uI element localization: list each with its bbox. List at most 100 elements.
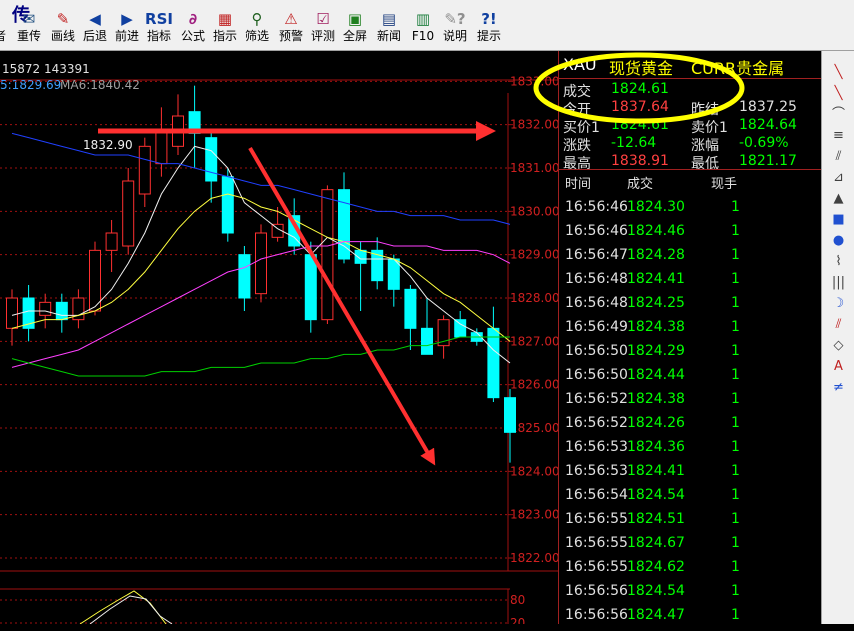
candle-body[interactable] (55, 301, 68, 321)
tick-row[interactable]: 16:56:52 1824.26 1 (559, 415, 822, 439)
news-button[interactable]: ▤ 新闻 (372, 9, 406, 49)
alert-button[interactable]: ⚠ 预警 (274, 9, 308, 49)
col-header-time: 时间 (565, 177, 592, 192)
chart-panel[interactable]: 15872 143391 5:1829.69 MA6:1840.42 1833.00 1… (0, 51, 558, 624)
tick-row[interactable]: 16:56:53 1824.41 1 (559, 463, 822, 487)
ma-line (11, 336, 510, 377)
candle-body[interactable] (487, 327, 500, 399)
candle-body[interactable] (39, 301, 52, 316)
tick-volume: 1 (731, 607, 740, 623)
rect-tool-icon[interactable]: ■ (822, 210, 854, 230)
candle-body[interactable] (304, 254, 317, 321)
tick-row[interactable]: 16:56:55 1824.51 1 (559, 511, 822, 535)
tick-row[interactable]: 16:56:49 1824.38 1 (559, 319, 822, 343)
tick-row[interactable]: 16:56:53 1824.36 1 (559, 439, 822, 463)
tick-row[interactable]: 16:56:46 1824.46 1 (559, 223, 822, 247)
tick-price: 1824.38 (627, 391, 685, 407)
tick-volume: 1 (731, 343, 740, 359)
evaluate-button[interactable]: ☑ 评测 (306, 9, 340, 49)
formula-button[interactable]: ∂ 公式 (176, 9, 210, 49)
tick-row[interactable]: 16:56:50 1824.29 1 (559, 343, 822, 367)
candle-body[interactable] (138, 145, 151, 195)
quote-value: 1837.64 (611, 99, 669, 115)
hint-button[interactable]: ?! 提示 (472, 9, 506, 49)
fib-tool-icon[interactable]: ≠ (822, 378, 854, 398)
quote-label: 涨跌 (563, 138, 591, 154)
tick-time: 16:56:52 (565, 391, 628, 407)
fan-tool-icon[interactable]: ⊿ (822, 168, 854, 188)
period-tool-icon[interactable]: ||| (822, 273, 854, 293)
draw-line-icon: ✎ (56, 10, 70, 28)
toolbar-label: 评测 (310, 29, 335, 43)
candle-body[interactable] (89, 249, 101, 312)
resend-button[interactable]: ✉ 重传 (12, 9, 46, 49)
tick-row[interactable]: 16:56:55 1824.67 1 (559, 535, 822, 559)
indicate-button[interactable]: ▦ 指示 (208, 9, 242, 49)
tick-volume: 1 (731, 367, 740, 383)
y-tick-label: 1828.00 (510, 291, 558, 305)
tick-volume: 1 (731, 415, 740, 431)
indicator-button[interactable]: RSI 指标 (142, 9, 176, 49)
tick-row[interactable]: 16:56:46 1824.30 1 (559, 199, 822, 223)
arc2-tool-icon[interactable]: ☽ (822, 294, 854, 314)
toolbar: 传 ✉ 重传 ✎ 画线 ◀ 后退 ▶ 前进 RSI 指标 ∂ 公式 ▦ 指示 ⚲ 筛选 ⚠ 预警 ☑ 评测 ▣ 全屏 ▤ 新闻 ▥… (0, 0, 854, 51)
candle-body[interactable] (354, 249, 367, 264)
candle-body[interactable] (188, 111, 201, 134)
tick-time: 16:56:52 (565, 415, 628, 431)
tick-volume: 1 (731, 559, 740, 575)
tick-row[interactable]: 16:56:48 1824.41 1 (559, 271, 822, 295)
candle-body[interactable] (255, 232, 267, 295)
fullscreen-button[interactable]: ▣ 全屏 (338, 9, 372, 49)
filter-button[interactable]: ⚲ 筛选 (240, 9, 274, 49)
triangle-tool-icon[interactable]: ▲ (822, 189, 854, 209)
arc-tool-icon[interactable]: ⌒ (822, 105, 854, 125)
tick-row[interactable]: 16:56:56 1824.54 1 (559, 583, 822, 607)
tick-price: 1824.36 (627, 439, 685, 455)
evaluate-icon: ☑ (316, 10, 330, 28)
candle-body[interactable] (6, 297, 18, 329)
candle-body[interactable] (504, 397, 516, 433)
y-tick-label: 1832.00 (510, 118, 558, 132)
candle-body[interactable] (122, 180, 135, 247)
gann-tool-icon[interactable]: ⫽ (822, 315, 854, 335)
tick-row[interactable]: 16:56:50 1824.44 1 (559, 367, 822, 391)
y-tick-label: 1827.00 (510, 334, 558, 348)
tick-row[interactable]: 16:56:54 1824.54 1 (559, 487, 822, 511)
back-button[interactable]: ◀ 后退 (78, 9, 112, 49)
candle-body[interactable] (105, 232, 118, 251)
quote-label: 买价1 (563, 120, 600, 136)
tick-row[interactable]: 16:56:55 1824.62 1 (559, 559, 822, 583)
draw-line-button[interactable]: ✎ 画线 (46, 9, 80, 49)
tick-time: 16:56:50 (565, 343, 628, 359)
back-icon: ◀ (89, 10, 101, 28)
tick-row[interactable]: 16:56:47 1824.28 1 (559, 247, 822, 271)
candle-body[interactable] (205, 137, 218, 182)
forward-button[interactable]: ▶ 前进 (110, 9, 144, 49)
ellipse-tool-icon[interactable]: ● (822, 231, 854, 251)
candle-body[interactable] (155, 128, 168, 165)
cycle-tool-icon[interactable]: ⌇ (822, 252, 854, 272)
eraser-tool-icon[interactable]: ◇ (822, 336, 854, 356)
tick-price: 1824.26 (627, 415, 685, 431)
candle-body[interactable] (238, 254, 251, 299)
candle-body[interactable] (404, 288, 417, 329)
candle-body[interactable] (454, 319, 467, 338)
text-tool-icon[interactable]: A (822, 357, 854, 377)
candle-body[interactable] (172, 115, 184, 147)
candle-body[interactable] (221, 176, 234, 234)
col-header-price: 成交 (627, 177, 654, 192)
parallel-tool-icon[interactable]: ⫽ (822, 147, 854, 167)
explain-button[interactable]: ✎? 说明 (438, 9, 472, 49)
tick-row[interactable]: 16:56:48 1824.25 1 (559, 295, 822, 319)
candle-body[interactable] (421, 327, 433, 355)
candlestick-chart[interactable]: 15872 143391 5:1829.69MA6:1840.42 1833.00 1… (0, 51, 558, 624)
candle-body[interactable] (321, 189, 334, 321)
tick-row[interactable]: 16:56:56 1824.47 1 (559, 607, 822, 631)
alert-icon: ⚠ (284, 10, 298, 28)
line-tool-icon[interactable]: ╲ (822, 63, 854, 83)
channel-tool-icon[interactable]: ≡ (822, 126, 854, 146)
f10-button[interactable]: ▥ F10 (406, 9, 440, 49)
ray-tool-icon[interactable]: ╲ (822, 84, 854, 104)
tick-volume: 1 (731, 199, 740, 215)
tick-row[interactable]: 16:56:52 1824.38 1 (559, 391, 822, 415)
